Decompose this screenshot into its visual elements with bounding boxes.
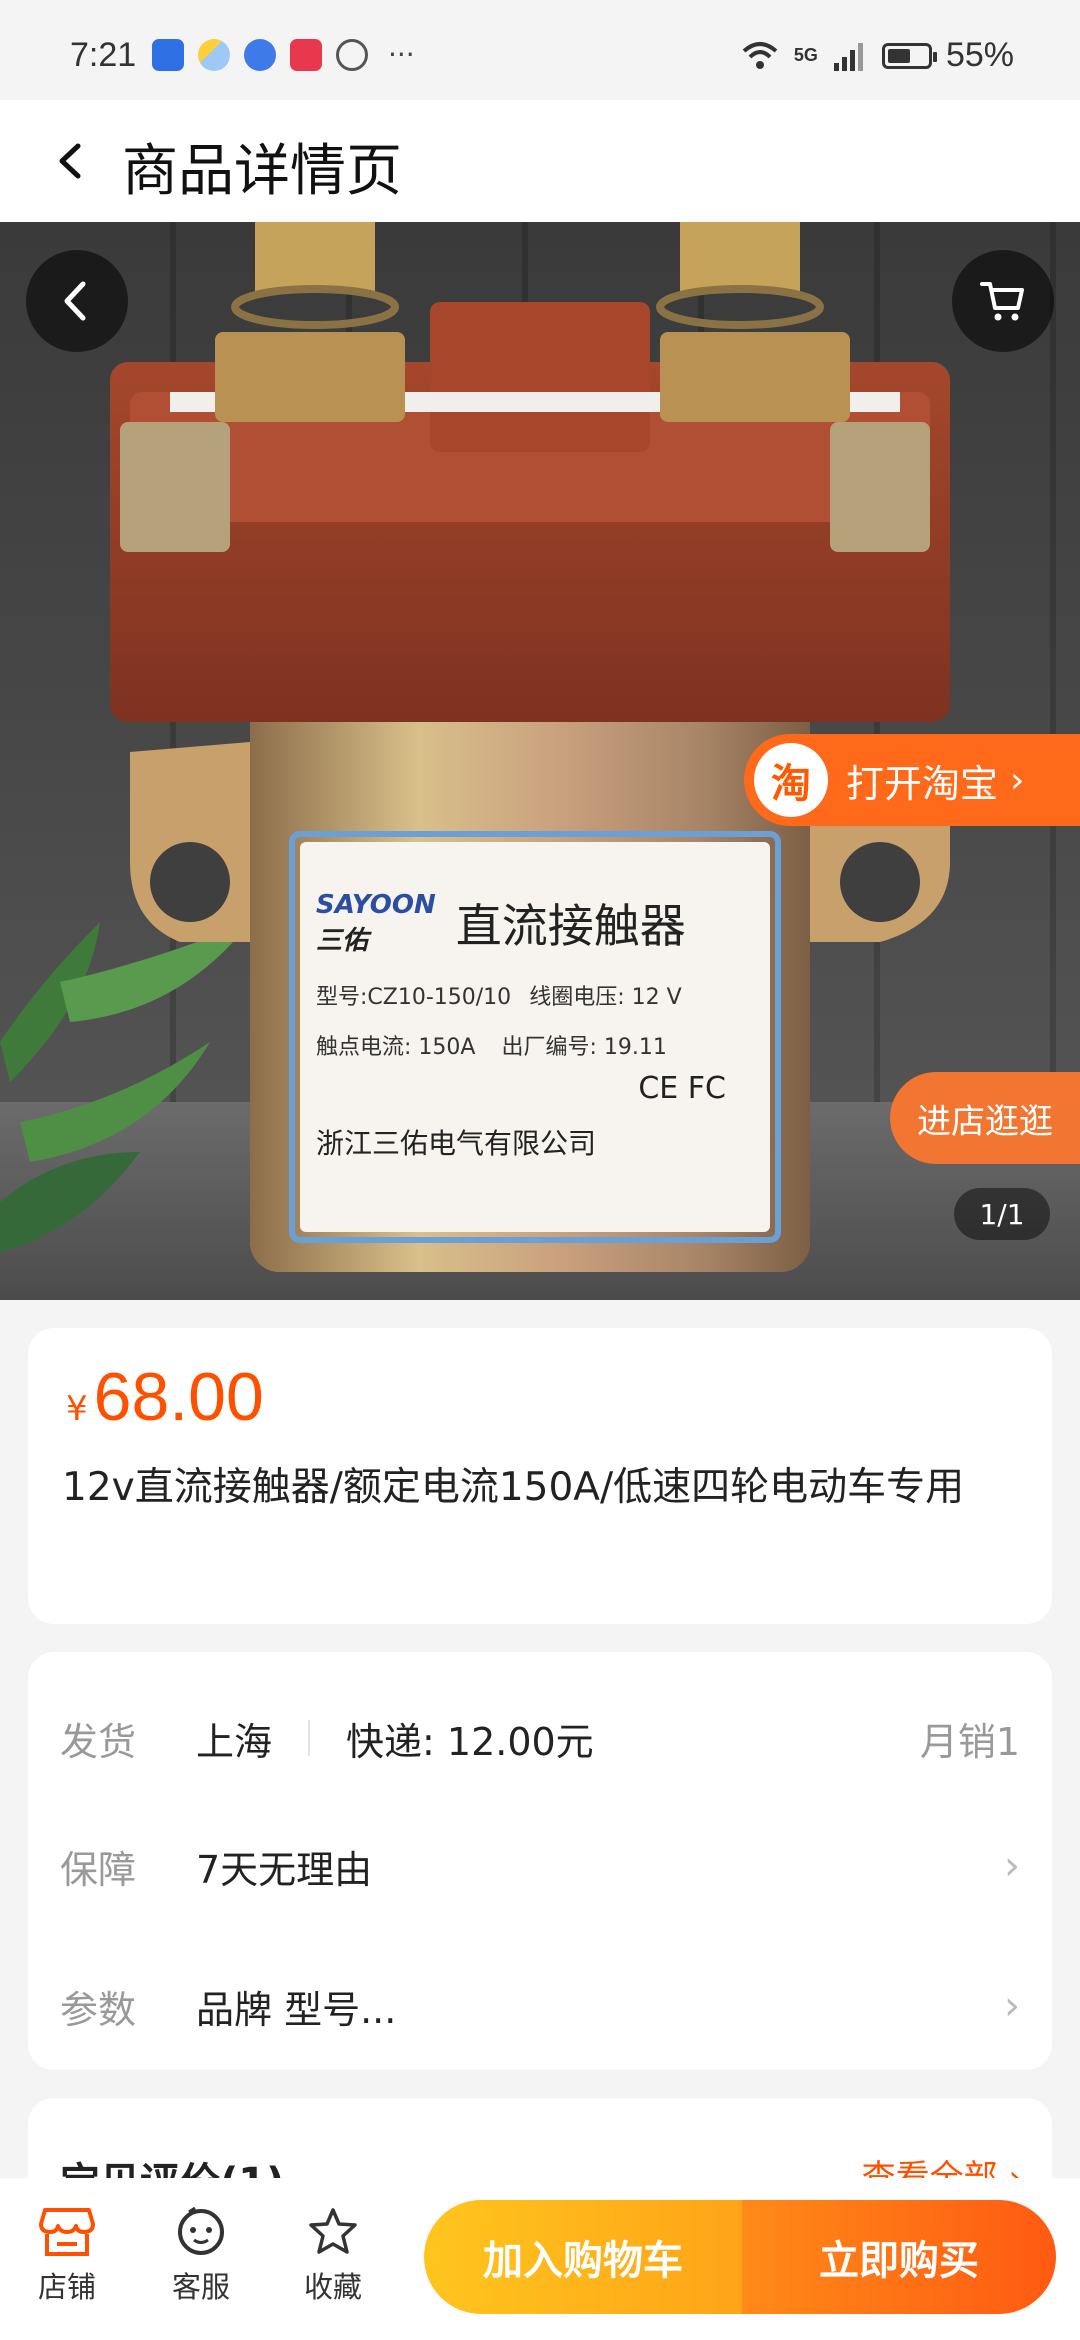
- favorite-label: 收藏: [303, 2270, 362, 2304]
- status-right: 5G 55%: [740, 36, 1014, 75]
- divider: [308, 1720, 311, 1756]
- hand-icon: [336, 38, 368, 71]
- buy-now-button[interactable]: 立即购买: [742, 2200, 1056, 2314]
- guarantee-value: 7天无理由: [196, 1847, 373, 1892]
- favorite-tab[interactable]: 收藏: [278, 2206, 388, 2306]
- status-bar: 7:21 ··· 5G 55%: [0, 0, 1080, 100]
- gallery-back-button[interactable]: [26, 250, 128, 352]
- back-button[interactable]: [38, 128, 104, 194]
- label-contact-current: 触点电流: 150A: [316, 1035, 476, 1060]
- back-arrow-icon: [59, 143, 81, 179]
- params-key: 参数: [60, 1987, 137, 2032]
- shop-icon: [39, 2208, 95, 2256]
- visit-shop-button[interactable]: 进店逛逛: [890, 1072, 1080, 1164]
- news-app-icon: [290, 38, 322, 71]
- express-fee: 快递: 12.00元: [346, 1719, 594, 1764]
- network-type: 5G: [793, 45, 818, 65]
- shipping-row: 发货 上海 快递: 12.00元 月销1: [60, 1708, 1020, 1768]
- customer-service-label: 客服: [171, 2270, 230, 2304]
- chevron-right-icon: ›: [1004, 1843, 1020, 1889]
- price-value: 68.00: [93, 1359, 264, 1435]
- page-header: 商品详情页: [0, 100, 1080, 222]
- shipping-key: 发货: [60, 1719, 137, 1764]
- guarantee-row[interactable]: 保障 7天无理由 ›: [60, 1836, 1020, 1896]
- shop-label: 店铺: [37, 2270, 96, 2304]
- more-notifications-icon: ···: [388, 38, 415, 71]
- params-row[interactable]: 参数 品牌 型号... ›: [60, 1976, 1020, 2036]
- browser-icon: [244, 38, 276, 71]
- label-cert: CE FC: [638, 1071, 726, 1106]
- image-counter: 1/1: [954, 1188, 1050, 1240]
- label-brand-en: SAYOON: [316, 890, 436, 920]
- open-taobao-button[interactable]: 淘 打开淘宝 ›: [744, 734, 1080, 826]
- customer-service-icon: [178, 2206, 224, 2255]
- page-title: 商品详情页: [122, 139, 402, 204]
- params-value: 品牌 型号...: [196, 1987, 397, 2032]
- cart-icon: [980, 282, 1024, 321]
- battery-percent: 55%: [945, 36, 1014, 74]
- wifi-icon: [742, 41, 778, 69]
- battery-icon: [881, 42, 937, 69]
- purchase-actions: 加入购物车 立即购买: [424, 2200, 1056, 2314]
- chevron-left-icon: [64, 281, 86, 321]
- product-label: SAYOON 三佑 直流接触器 型号:CZ10-150/10 线圈电压: 12 …: [316, 890, 766, 1162]
- price-card: ¥ 68.00 12v直流接触器/额定电流150A/低速四轮电动车专用: [28, 1328, 1052, 1624]
- chevron-right-icon: ›: [1010, 759, 1025, 801]
- label-brand-cn: 三佑: [316, 926, 369, 956]
- monthly-sales: 月销1: [919, 1719, 1020, 1764]
- guarantee-key: 保障: [60, 1847, 137, 1892]
- open-taobao-label: 打开淘宝: [846, 761, 999, 806]
- shield-app-icon: [152, 38, 184, 71]
- status-time: 7:21: [70, 36, 137, 74]
- info-card: 发货 上海 快递: 12.00元 月销1 保障 7天无理由 › 参数 品牌 型号…: [28, 1652, 1052, 2070]
- signal-icon: [833, 42, 863, 71]
- product-image-gallery[interactable]: SAYOON 三佑 直流接触器 型号:CZ10-150/10 线圈电压: 12 …: [0, 222, 1080, 1300]
- customer-service-tab[interactable]: 客服: [146, 2206, 256, 2306]
- label-title: 直流接触器: [455, 899, 686, 953]
- add-to-cart-button[interactable]: 加入购物车: [424, 2200, 742, 2314]
- ship-from: 上海: [196, 1719, 273, 1764]
- price: ¥ 68.00: [66, 1358, 264, 1436]
- chevron-right-icon: ›: [1004, 1983, 1020, 2029]
- price-currency: ¥: [66, 1389, 88, 1429]
- label-company: 浙江三佑电气有限公司: [316, 1127, 597, 1160]
- taobao-logo-icon: 淘: [754, 743, 828, 817]
- status-notification-icons: ···: [152, 38, 415, 71]
- label-coil-voltage: 线圈电压: 12 V: [529, 985, 682, 1010]
- weather-icon: [198, 38, 230, 71]
- label-model: 型号:CZ10-150/10: [316, 985, 512, 1010]
- shop-tab[interactable]: 店铺: [12, 2206, 122, 2306]
- star-icon: [309, 2208, 357, 2254]
- label-serial: 出厂编号: 19.11: [501, 1035, 667, 1060]
- gallery-cart-button[interactable]: [952, 250, 1054, 352]
- product-title[interactable]: 12v直流接触器/额定电流150A/低速四轮电动车专用: [62, 1458, 1032, 1518]
- bottom-action-bar: 店铺 客服 收藏 加入购物车 立即购买: [0, 2178, 1080, 2340]
